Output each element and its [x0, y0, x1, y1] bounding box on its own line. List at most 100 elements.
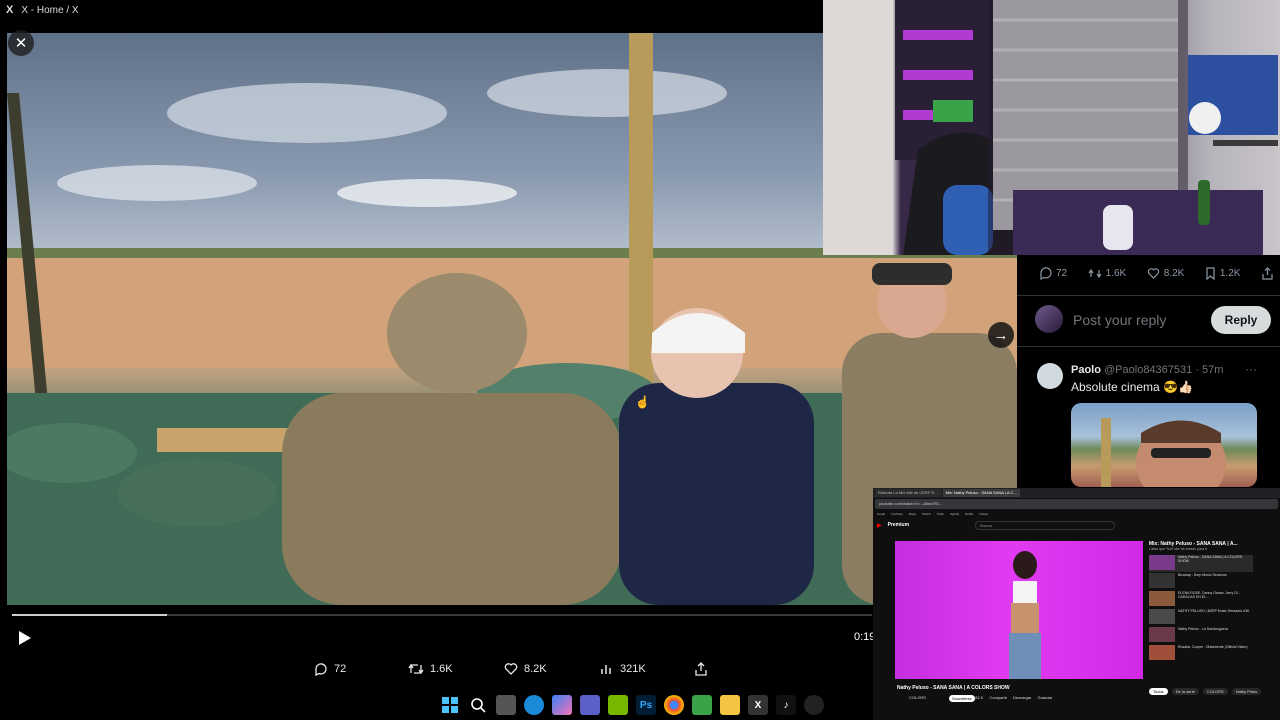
- bookmark-item[interactable]: Gmail: [877, 512, 885, 516]
- files-icon[interactable]: [720, 695, 740, 715]
- bookmark-item[interactable]: Twitch: [922, 512, 931, 516]
- repost-action[interactable]: 1.6K: [408, 662, 453, 676]
- side-like-action[interactable]: 8.2K: [1147, 267, 1185, 280]
- chip[interactable]: Nathy Pelus: [1231, 688, 1262, 695]
- youtube-logo-icon[interactable]: ▶: [877, 522, 882, 529]
- side-repost-count: 1.6K: [1105, 268, 1127, 279]
- reply-input[interactable]: Post your reply: [1073, 312, 1166, 328]
- comment-media-image: [1101, 418, 1226, 487]
- like-action[interactable]: 8.2K: [504, 662, 547, 676]
- window-titlebar: X X - Home / X: [0, 0, 823, 20]
- side-reply-action[interactable]: 72: [1039, 267, 1067, 280]
- task-view-icon[interactable]: [496, 695, 516, 715]
- post-side-panel: 72 1.6K 8.2K 1.2K Post your reply Reply …: [1017, 255, 1280, 490]
- window-title: X - Home / X: [21, 4, 79, 16]
- share-icon: [695, 662, 707, 676]
- playlist-item[interactable]: Rosalía, Cooper - Malamente (Official Vi…: [1149, 645, 1253, 662]
- next-media-button[interactable]: →: [988, 322, 1014, 348]
- browser-tabs: Roberta Lo Mio Mix de CERF R... Mix: Nat…: [873, 488, 1280, 498]
- bookmark-item[interactable]: Maps: [909, 512, 916, 516]
- teams-icon[interactable]: [580, 695, 600, 715]
- save-button[interactable]: Guardar: [1037, 695, 1052, 700]
- copilot-icon[interactable]: [552, 695, 572, 715]
- comment-author-handle: @Paolo84367531 · 57m: [1104, 364, 1224, 376]
- avatar[interactable]: [1037, 363, 1063, 389]
- share-action[interactable]: [694, 662, 708, 676]
- nvidia-icon[interactable]: [608, 695, 628, 715]
- side-like-count: 8.2K: [1163, 268, 1185, 279]
- playlist-item[interactable]: Nathy Peluso - La Sandunguera: [1149, 627, 1253, 644]
- comment-media[interactable]: [1071, 403, 1257, 487]
- bookmark-icon: [1206, 267, 1215, 280]
- share-icon: [1262, 267, 1273, 280]
- minecraft-icon[interactable]: [692, 695, 712, 715]
- playlist-item[interactable]: NATHY PELUSO | BZRP Music Sessions #36: [1149, 609, 1253, 626]
- chip[interactable]: COLORS: [1202, 688, 1228, 695]
- x-icon[interactable]: X: [748, 695, 768, 715]
- comment-author-name[interactable]: Paolo: [1071, 364, 1101, 376]
- bookmark-item[interactable]: Netflix: [965, 512, 973, 516]
- views-icon: [601, 665, 611, 674]
- playlist-thumbnail: [1149, 555, 1175, 570]
- playlist-item[interactable]: Bizarrap - Bzrp Music Sessions: [1149, 573, 1253, 590]
- search-input[interactable]: Buscar: [975, 520, 1116, 530]
- download-button[interactable]: Descargar: [1013, 695, 1031, 700]
- obs-icon[interactable]: [804, 695, 824, 715]
- bookmark-item[interactable]: Trello: [937, 512, 944, 516]
- more-icon[interactable]: ···: [1245, 362, 1257, 376]
- windows-icon[interactable]: [440, 695, 460, 715]
- playlist-item-title: NATHY PELUSO | BZRP Music Sessions #36: [1178, 609, 1249, 613]
- repost-icon: [1088, 268, 1102, 279]
- reply-button[interactable]: Reply: [1211, 306, 1271, 334]
- windows-logo: [442, 697, 458, 713]
- youtube-player[interactable]: [895, 541, 1143, 679]
- playlist-thumbnail: [1149, 573, 1175, 588]
- view-count: 321K: [620, 663, 646, 675]
- taskbar: Ps X ♪: [440, 690, 824, 720]
- playlist-item-title: Rosalía, Cooper - Malamente (Official Vi…: [1178, 645, 1248, 649]
- video-actions: 582 K Compartir Descargar Guardar: [973, 695, 1052, 700]
- bookmarks-bar: Gmail YouTube Maps Twitch Trello Spotify…: [873, 510, 1280, 518]
- playlist-item-title: Nathy Peluso - SANA SANA | A COLORS SHOW: [1178, 555, 1243, 563]
- x-logo-icon: X: [6, 4, 14, 16]
- views-action[interactable]: 321K: [600, 662, 646, 676]
- play-button[interactable]: [14, 628, 34, 648]
- playlist-item-title: ELENA ROSE, Danny Ocean, Jerry Di - CARA…: [1178, 591, 1240, 599]
- url-bar[interactable]: youtube.com/watch?v=...&list=RD...: [875, 499, 1278, 509]
- share-button[interactable]: Compartir: [989, 695, 1007, 700]
- subscribe-button[interactable]: Suscribirse: [949, 695, 975, 702]
- bookmark-item[interactable]: Notion: [979, 512, 988, 516]
- video-progress-fill: [12, 614, 167, 616]
- video-progress-bar[interactable]: [12, 614, 872, 616]
- like-button[interactable]: 582 K: [973, 695, 983, 700]
- reply-action[interactable]: 72: [314, 662, 346, 676]
- playlist-subtitle: Listas que YouTube ha creado para ti: [1149, 547, 1207, 551]
- side-repost-action[interactable]: 1.6K: [1088, 267, 1127, 280]
- tiktok-icon[interactable]: ♪: [776, 695, 796, 715]
- close-icon: ✕: [14, 35, 28, 52]
- search-icon[interactable]: [468, 695, 488, 715]
- bookmark-item[interactable]: Spotify: [950, 512, 959, 516]
- avatar: [1035, 305, 1063, 333]
- chip[interactable]: De la serie: [1171, 688, 1199, 695]
- youtube-header: ▶ Premium Buscar: [873, 518, 1280, 532]
- channel-name[interactable]: COLORS: [909, 695, 926, 700]
- chrome-icon[interactable]: [664, 695, 684, 715]
- photoshop-icon[interactable]: Ps: [636, 695, 656, 715]
- browser-tab[interactable]: Roberta Lo Mio Mix de CERF R...: [875, 489, 941, 497]
- heart-icon: [504, 663, 518, 675]
- mouse-cursor-icon: ☝: [635, 395, 650, 409]
- close-button[interactable]: ✕: [8, 30, 34, 56]
- side-bookmark-action[interactable]: 1.2K: [1205, 267, 1240, 280]
- side-share-action[interactable]: [1261, 267, 1274, 280]
- playlist-item[interactable]: ELENA ROSE, Danny Ocean, Jerry Di - CARA…: [1149, 591, 1253, 608]
- browser-tab-active[interactable]: Mix: Nathy Peluso - SANA SANA | A C...: [942, 489, 1020, 497]
- reply-icon: [1040, 267, 1052, 280]
- edge-icon[interactable]: [524, 695, 544, 715]
- playlist-item[interactable]: Nathy Peluso - SANA SANA | A COLORS SHOW: [1149, 555, 1253, 572]
- youtube-logo-label: Premium: [887, 522, 910, 528]
- play-icon: [19, 631, 31, 645]
- chip[interactable]: Todos: [1149, 688, 1168, 695]
- browser-overlay: Roberta Lo Mio Mix de CERF R... Mix: Nat…: [873, 488, 1280, 720]
- bookmark-item[interactable]: YouTube: [891, 512, 903, 516]
